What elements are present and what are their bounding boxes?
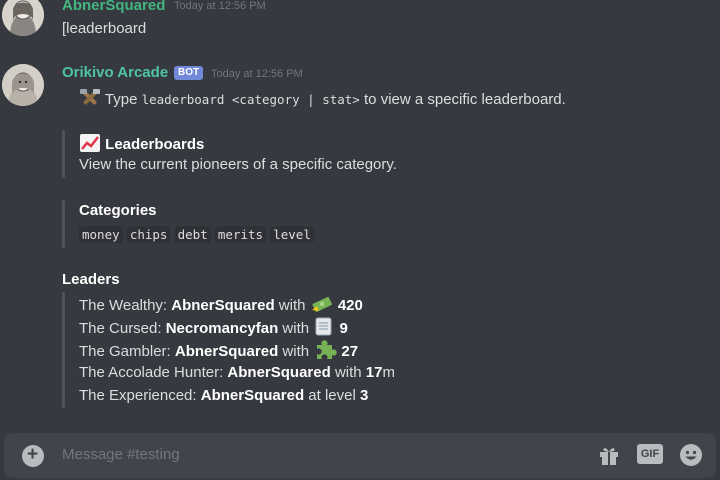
leader-value: 420	[337, 296, 363, 314]
message-text: [leaderboard	[62, 20, 147, 37]
leader-row: The Wealthy: AbnerSquared with 420	[79, 294, 363, 318]
leader-row: The Cursed: Necromancyfan with 9	[79, 317, 348, 341]
gift-icon	[600, 448, 618, 465]
bot-badge: BOT	[174, 66, 204, 80]
embed-title-text: Leaderboards	[105, 135, 205, 153]
leader-name[interactable]: AbnerSquared	[175, 343, 278, 360]
message-composer: + Message #testing GIF	[4, 433, 716, 478]
avatar[interactable]	[2, 0, 44, 36]
timestamp: Today at 12:56 PM	[211, 68, 303, 80]
gif-button[interactable]: GIF	[637, 444, 663, 464]
leader-connector: with	[278, 342, 314, 360]
leader-label: The Gambler:	[79, 342, 175, 360]
scroll-icon	[313, 317, 335, 341]
categories-title: Categories	[79, 202, 157, 219]
embed-title: Leaderboards	[79, 133, 204, 157]
category-chip: merits	[214, 226, 267, 243]
intro-line: Type leaderboard <category | stat> to vi…	[79, 88, 566, 112]
leader-row: The Accolade Hunter: AbnerSquared with 1…	[79, 364, 395, 381]
message-input[interactable]: Message #testing	[62, 446, 180, 463]
leaders-bar	[62, 292, 65, 408]
category-chip: debt	[174, 226, 211, 243]
leader-row: The Experienced: AbnerSquared at level 3	[79, 387, 368, 404]
username[interactable]: AbnerSquared	[62, 0, 165, 14]
leader-suffix: m	[382, 364, 395, 381]
leader-label: The Wealthy:	[79, 296, 172, 314]
emoji-button[interactable]	[679, 443, 703, 472]
intro-code: leaderboard <category | stat>	[141, 91, 360, 107]
tools-icon	[79, 88, 101, 112]
category-chip: level	[270, 226, 314, 243]
embed-bar	[62, 200, 65, 248]
gift-button[interactable]	[597, 443, 621, 472]
leader-connector: with	[330, 364, 366, 381]
leader-value: 27	[341, 342, 359, 360]
leader-label: The Accolade Hunter:	[79, 364, 228, 381]
timestamp: Today at 12:56 PM	[174, 0, 266, 12]
money-icon	[310, 294, 334, 318]
intro-prefix: Type	[104, 90, 142, 108]
gif-icon: GIF	[637, 444, 663, 464]
leader-name[interactable]: AbnerSquared	[201, 387, 304, 404]
chart-increasing-icon	[79, 133, 101, 157]
leader-connector: at level	[304, 387, 360, 404]
leader-value: 17	[365, 364, 383, 381]
leader-name[interactable]: Necromancyfan	[166, 320, 279, 337]
intro-suffix: to view a specific leaderboard.	[359, 90, 566, 108]
plus-icon: +	[27, 444, 39, 465]
leader-label: The Cursed:	[79, 319, 166, 337]
leader-name[interactable]: AbnerSquared	[227, 364, 330, 381]
category-chip: chips	[126, 226, 171, 243]
username[interactable]: Orikivo Arcade	[62, 64, 168, 81]
leaders-title: Leaders	[62, 271, 120, 288]
avatar[interactable]	[2, 64, 44, 106]
category-chip: money	[79, 226, 123, 243]
upload-button[interactable]: +	[22, 444, 44, 467]
smile-icon	[680, 444, 702, 466]
categories-list: money chips debt merits level	[79, 226, 314, 243]
leader-name[interactable]: AbnerSquared	[171, 297, 274, 314]
leader-connector: with	[274, 296, 310, 314]
embed-description: View the current pioneers of a specific …	[79, 156, 397, 173]
leader-value: 9	[339, 319, 348, 337]
puzzle-icon	[313, 340, 337, 364]
leader-value: 3	[359, 387, 369, 404]
leader-connector: with	[278, 319, 314, 337]
embed-bar	[62, 130, 65, 178]
leader-row: The Gambler: AbnerSquared with 27	[79, 340, 358, 364]
leader-label: The Experienced:	[79, 387, 201, 404]
